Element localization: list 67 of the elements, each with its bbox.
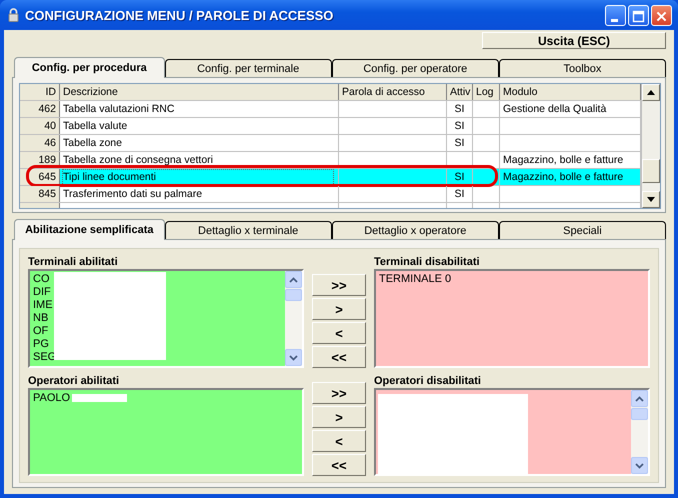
list-item[interactable]: NB <box>33 312 282 325</box>
column-header[interactable]: Attiv <box>447 84 473 100</box>
table-row[interactable]: 645 Tipi linee documenti SI Magazzino, bolle e fatture <box>20 169 641 186</box>
table-row[interactable]: 40 Tabella valute SI <box>20 118 641 135</box>
tab[interactable]: Abilitazione semplificata <box>14 219 165 240</box>
scroll-thumb[interactable] <box>631 408 648 420</box>
move-button[interactable]: > <box>312 298 366 320</box>
table-cell: SI <box>447 135 473 151</box>
list-label: Operatori disabilitati <box>374 374 482 388</box>
move-button[interactable]: << <box>312 346 366 368</box>
list-item[interactable]: OF <box>33 325 282 338</box>
minimize-icon <box>611 18 618 22</box>
table-cell: 46 <box>20 135 60 151</box>
column-header[interactable]: Log <box>473 84 500 100</box>
list-item[interactable]: TERMINALE 0 <box>379 273 645 286</box>
list-label: Terminali abilitati <box>28 255 119 269</box>
tab[interactable]: Config. per procedura <box>14 57 165 78</box>
list-item[interactable]: PG <box>33 338 282 351</box>
table-cell: Trasferimento dati su palmare <box>60 186 339 202</box>
table-cell: 845 <box>20 186 60 202</box>
scrollbar[interactable] <box>631 390 648 474</box>
move-button[interactable]: > <box>312 406 366 428</box>
maximize-button[interactable] <box>628 4 649 26</box>
scroll-thumb[interactable] <box>285 289 302 301</box>
list-label: Terminali disabilitati <box>374 255 481 269</box>
column-header[interactable]: Descrizione <box>60 84 339 100</box>
table-cell: Tabella zone <box>60 135 339 151</box>
table-row[interactable]: 845 Trasferimento dati su palmare SI <box>20 186 641 203</box>
column-header[interactable]: Parola di accesso <box>339 84 447 100</box>
move-button[interactable]: >> <box>312 382 366 404</box>
minimize-button[interactable] <box>605 4 626 26</box>
tab[interactable]: Config. per terminale <box>164 59 332 77</box>
list-item[interactable]: CO <box>33 273 282 286</box>
table-cell: SI <box>447 101 473 117</box>
table-row[interactable]: 46 Tabella zone SI <box>20 135 641 152</box>
table-row[interactable]: 462 Tabella valutazioni RNC SI Gestione della Qualità <box>20 101 641 118</box>
table-cell: Tabella valutazioni RNC <box>60 101 339 117</box>
tab[interactable]: Config. per operatore <box>332 59 499 77</box>
table-cell: Tabella valute <box>60 118 339 134</box>
table-cell: Tipi linee documenti <box>60 169 339 185</box>
table-cell: SI <box>447 118 473 134</box>
window-title: CONFIGURAZIONE MENU / PAROLE DI ACCESSO <box>25 8 334 22</box>
table-cell: SI <box>447 169 473 185</box>
table-cell: SI <box>447 186 473 202</box>
list-label: Operatori abilitati <box>28 374 120 388</box>
tab[interactable]: Dettaglio x operatore <box>332 221 499 239</box>
list-item[interactable]: DIF <box>33 286 282 299</box>
move-button[interactable]: < <box>312 430 366 452</box>
table-cell: Tabella zone di consegna vettori <box>60 152 339 168</box>
tab[interactable]: Speciali <box>498 221 666 239</box>
move-button[interactable]: << <box>312 454 366 476</box>
list-box[interactable] <box>374 388 650 476</box>
list-box[interactable]: TERMINALE 0 <box>374 269 650 368</box>
tab[interactable]: Toolbox <box>498 59 666 77</box>
list-item[interactable]: PAOLO <box>33 392 299 405</box>
list-box[interactable]: PAOLO <box>28 388 304 476</box>
move-button[interactable]: < <box>312 322 366 344</box>
table-cell: 40 <box>20 118 60 134</box>
list-item[interactable]: IME <box>33 299 282 312</box>
move-button[interactable]: >> <box>312 274 366 296</box>
padlock-icon <box>8 8 19 22</box>
tab[interactable]: Dettaglio x terminale <box>164 221 332 239</box>
close-button[interactable] <box>651 4 672 26</box>
table-cell: Magazzino, bolle e fatture <box>500 169 641 185</box>
scrollbar[interactable] <box>285 271 302 366</box>
exit-button[interactable]: Uscita (ESC) <box>482 32 666 49</box>
table-cell: 462 <box>20 101 60 117</box>
